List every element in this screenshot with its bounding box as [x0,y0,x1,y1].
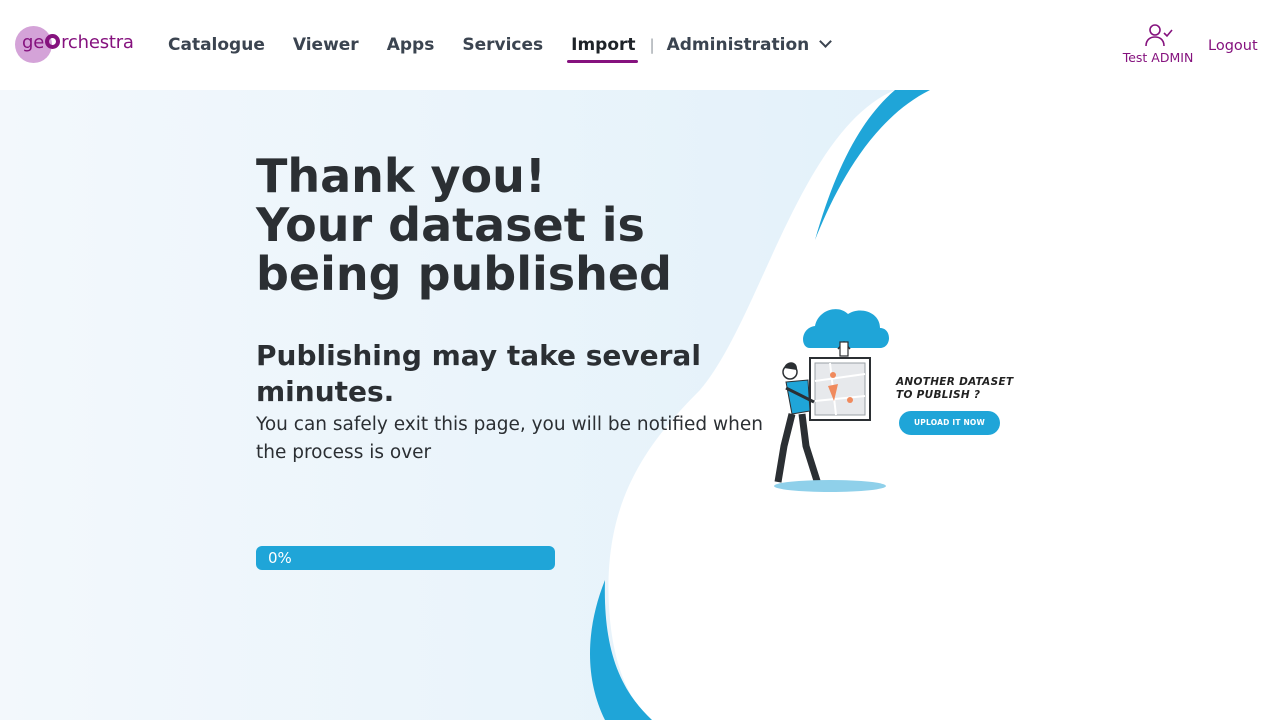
nav-administration[interactable]: Administration [666,35,833,55]
publishing-subtitle: Publishing may take several minutes. [256,339,701,408]
georchestra-logo[interactable]: ge rchestra [15,26,145,64]
another-dataset-caption: Another dataset to publish ? [896,376,1013,402]
chevron-down-icon [819,35,833,48]
caption-line-1: Another dataset [896,376,1014,388]
main-nav: Catalogue Viewer Apps Services Import | … [168,33,858,63]
publish-progress-bar: 0% [256,546,555,570]
nav-services[interactable]: Services [462,35,543,55]
nav-viewer[interactable]: Viewer [293,35,359,55]
nav-catalogue[interactable]: Catalogue [168,35,265,55]
top-header: ge rchestra Catalogue Viewer Apps Service… [0,0,1280,90]
progress-label: 0% [268,549,292,567]
title-line-1: Thank you! [256,149,546,203]
user-check-icon [1145,24,1173,47]
nav-import[interactable]: Import [567,35,638,63]
logo-text: ge rchestra [22,32,134,53]
user-name: Test ADMIN [1122,50,1194,65]
caption-line-2: to publish ? [896,389,981,401]
nav-apps[interactable]: Apps [387,35,435,55]
nav-separator: | [649,36,655,54]
logout-link[interactable]: Logout [1208,38,1258,54]
user-menu[interactable]: Test ADMIN [1120,22,1196,65]
page-title: Thank you! Your dataset is being publishe… [256,152,796,299]
upload-it-now-button[interactable]: UPLOAD IT NOW [899,411,1000,435]
title-line-2: Your dataset is being published [256,198,672,301]
nav-administration-label: Administration [666,35,810,55]
publishing-description: You can safely exit this page, you will … [256,414,763,463]
